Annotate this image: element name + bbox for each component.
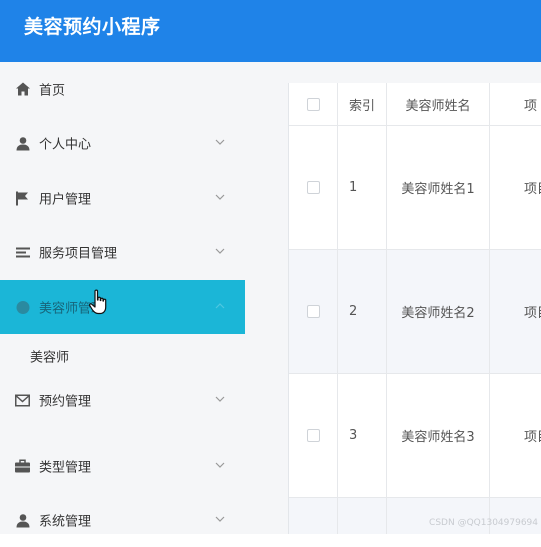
flag-icon — [15, 191, 30, 206]
row-index: 1 — [338, 126, 387, 249]
sidebar-item-users[interactable]: 用户管理 — [0, 171, 245, 225]
mail-icon — [15, 393, 30, 408]
sidebar-item-profile[interactable]: 个人中心 — [0, 116, 245, 170]
sidebar-item-label: 用户管理 — [39, 192, 92, 208]
app-title: 美容预约小程序 — [24, 16, 161, 38]
row-checkbox-cell — [289, 250, 338, 373]
row-checkbox-cell — [289, 374, 338, 497]
sidebar-item-label: 首页 — [39, 83, 66, 99]
sidebar-item-label: 预约管理 — [39, 394, 92, 410]
sidebar-item-types[interactable]: 类型管理 — [0, 439, 245, 493]
sidebar: 首页 个人中心 用户管理 服务项目管理 美容师管理 美容师 预约管理 类型管理 … — [0, 62, 245, 534]
list-icon — [15, 245, 30, 260]
row-name: 美容师姓名3 — [387, 374, 490, 497]
select-all-checkbox[interactable] — [306, 97, 320, 111]
row-item: 项目 — [524, 430, 541, 445]
beautician-table: 索引 美容师姓名 项 1 美容师姓名1 项目 2 美容师姓名2 项目 — [288, 83, 541, 534]
sidebar-item-label: 服务项目管理 — [39, 246, 118, 262]
row-checkbox-cell — [289, 498, 338, 534]
submenu-item-beautician[interactable]: 美容师 — [0, 339, 245, 373]
chevron-down-icon — [215, 462, 225, 468]
hand-cursor-icon — [89, 289, 107, 315]
table-row[interactable]: 2 美容师姓名2 项目 — [289, 250, 541, 374]
sidebar-item-appointments[interactable]: 预约管理 — [0, 373, 245, 427]
circle-icon — [15, 300, 30, 315]
header-index: 索引 — [338, 83, 387, 125]
sidebar-item-home[interactable]: 首页 — [0, 62, 245, 116]
chevron-down-icon — [215, 516, 225, 522]
chevron-down-icon — [215, 194, 225, 200]
row-name — [387, 498, 490, 534]
home-icon — [15, 82, 30, 97]
chevron-down-icon — [215, 396, 225, 402]
row-index: 2 — [338, 250, 387, 373]
sidebar-item-label: 个人中心 — [39, 137, 92, 153]
row-checkbox[interactable] — [306, 181, 320, 194]
header-name: 美容师姓名 — [387, 83, 490, 125]
table-row[interactable]: 1 美容师姓名1 项目 — [289, 126, 541, 250]
table-row[interactable] — [289, 498, 541, 534]
briefcase-icon — [15, 459, 30, 474]
table-header-row: 索引 美容师姓名 项 — [289, 83, 541, 126]
sidebar-item-label: 类型管理 — [39, 460, 92, 476]
chevron-down-icon — [215, 139, 225, 145]
submenu-item-label: 美容师 — [30, 350, 70, 366]
header-checkbox-cell — [289, 83, 338, 125]
chevron-down-icon — [215, 248, 225, 254]
header-item: 项 — [524, 98, 538, 114]
watermark: CSDN @QQ1304979694 — [429, 518, 538, 528]
sidebar-item-system[interactable]: 系统管理 — [0, 493, 245, 547]
row-checkbox[interactable] — [306, 305, 320, 318]
row-name: 美容师姓名1 — [387, 126, 490, 249]
sidebar-item-label: 系统管理 — [39, 514, 92, 530]
chevron-up-icon — [215, 303, 225, 309]
row-item — [490, 498, 541, 534]
main-content: 索引 美容师姓名 项 1 美容师姓名1 项目 2 美容师姓名2 项目 — [245, 62, 541, 534]
row-item: 项目 — [524, 182, 541, 197]
row-index: 3 — [338, 374, 387, 497]
user-icon — [15, 513, 30, 528]
table-row[interactable]: 3 美容师姓名3 项目 — [289, 374, 541, 498]
sidebar-item-services[interactable]: 服务项目管理 — [0, 225, 245, 279]
row-name: 美容师姓名2 — [387, 250, 490, 373]
top-bar: 美容预约小程序 — [0, 0, 541, 62]
row-checkbox-cell — [289, 126, 338, 249]
sidebar-item-beauticians[interactable]: 美容师管理 — [0, 280, 245, 334]
row-item: 项目 — [524, 306, 541, 321]
row-index — [338, 498, 387, 534]
row-checkbox[interactable] — [306, 429, 320, 442]
user-icon — [15, 136, 30, 151]
